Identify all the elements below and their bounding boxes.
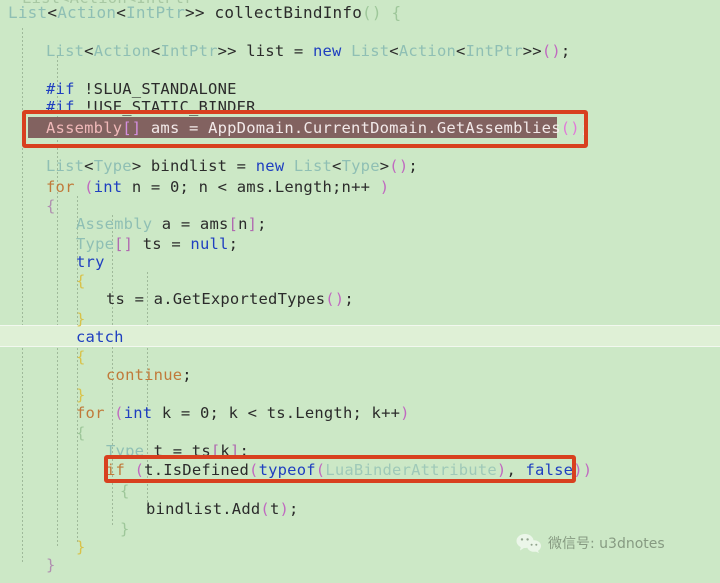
code-token-type: Action	[93, 42, 151, 60]
code-line-list-decl[interactable]: List<Action<IntPtr>> list = new List<Act…	[0, 40, 720, 62]
watermark: 微信号: u3dnotes	[516, 533, 665, 553]
code-editor-surface[interactable]: List<Action<IntPtr List<Action<IntPtr>> …	[0, 0, 720, 583]
code-token: ))	[573, 461, 593, 479]
code-token-type: List	[8, 3, 48, 22]
code-token-keyword: try	[76, 253, 105, 271]
annotation-box-assembly-line	[22, 110, 588, 148]
code-token-number: 0	[199, 404, 210, 422]
code-token: (	[104, 404, 124, 422]
code-line-continue[interactable]: continue;	[0, 364, 720, 386]
code-token: <	[84, 42, 94, 60]
code-token: () {	[362, 3, 402, 22]
code-token: ; n < ams.Length;n++	[179, 178, 380, 196]
code-token-type: IntPtr	[465, 42, 523, 60]
code-token: <	[150, 42, 161, 60]
code-token: )	[379, 178, 390, 196]
code-token: ()	[325, 290, 345, 308]
code-line-bindlist-add[interactable]: bindlist.Add(t);	[0, 498, 720, 520]
code-token-keyword: for	[46, 178, 75, 196]
code-token: )	[400, 404, 410, 422]
code-line-for-k[interactable]: for (int k = 0; k < ts.Length; k++)	[0, 402, 720, 424]
code-token-keyword: new	[255, 157, 285, 175]
annotation-box-isdefined-line	[104, 455, 576, 483]
code-line-signature[interactable]: List<Action<IntPtr>> collectBindInfo() {	[0, 2, 720, 24]
code-token: ;	[182, 366, 192, 384]
code-token: ()	[389, 157, 409, 175]
code-token: [	[228, 215, 239, 233]
code-token-keyword: catch	[76, 328, 124, 346]
code-token-keyword: int	[123, 404, 153, 422]
code-token-method: collectBindInfo	[214, 3, 363, 22]
code-line-catch[interactable]: catch	[0, 326, 720, 348]
code-token-keyword: int	[93, 178, 123, 196]
code-token-type: Type	[341, 157, 380, 175]
code-token: >>	[522, 42, 542, 60]
code-token: <	[116, 3, 127, 22]
code-token: ()	[541, 42, 561, 60]
code-token: ts = a.GetExportedTypes	[106, 290, 326, 308]
code-line-assembly-a[interactable]: Assembly a = ams[n];	[0, 213, 720, 235]
code-token: >	[379, 157, 390, 175]
code-token: ;	[408, 157, 418, 175]
code-token: n =	[122, 178, 170, 196]
code-token: >> list =	[217, 42, 313, 60]
code-token-type: List	[293, 157, 333, 175]
code-token: <	[47, 3, 58, 22]
code-token: (	[74, 178, 94, 196]
code-token: n	[238, 215, 248, 233]
code-token: ;	[560, 42, 571, 60]
code-token-type: List	[46, 157, 85, 175]
code-screenshot: List<Action<IntPtr List<Action<IntPtr>> …	[0, 0, 720, 583]
code-token: bindlist.Add	[146, 500, 261, 518]
code-token: )	[279, 500, 290, 518]
code-token-type: Action	[398, 42, 457, 60]
code-token-keyword: continue	[106, 366, 183, 384]
code-token: <	[456, 42, 466, 60]
code-token: ; k < ts.Length; k++	[209, 404, 401, 422]
code-token-type: Action	[57, 3, 117, 22]
code-line-getexportedtypes[interactable]: ts = a.GetExportedTypes();	[0, 288, 720, 310]
code-token-brace: }	[46, 556, 56, 574]
wechat-icon	[516, 533, 542, 553]
code-token-type: Assembly	[76, 215, 153, 233]
code-token: <	[332, 157, 342, 175]
code-token-type: Type	[93, 157, 132, 175]
code-token: ;	[257, 215, 267, 233]
code-line-bindlist-decl[interactable]: List<Type> bindlist = new List<Type>();	[0, 155, 720, 177]
code-token-number: 0	[169, 178, 180, 196]
code-token: a = ams	[152, 215, 229, 233]
code-token-type: List	[351, 42, 390, 60]
watermark-text: 微信号: u3dnotes	[548, 536, 665, 552]
code-token-type: IntPtr	[126, 3, 186, 22]
code-token-type: List	[46, 42, 85, 60]
code-token: ]	[247, 215, 258, 233]
code-token: ;	[289, 500, 299, 518]
code-token: >>	[185, 3, 215, 22]
code-token: k =	[152, 404, 200, 422]
code-token: ;	[344, 290, 354, 308]
code-token: > bindlist =	[131, 157, 256, 175]
code-token-keyword: new	[312, 42, 342, 60]
code-token: <	[389, 42, 399, 60]
code-line-brace-close-for-n[interactable]: }	[0, 554, 720, 576]
code-token-keyword: for	[76, 404, 105, 422]
code-token-type: IntPtr	[160, 42, 218, 60]
code-token: (	[260, 500, 270, 518]
code-token: <	[84, 157, 94, 175]
